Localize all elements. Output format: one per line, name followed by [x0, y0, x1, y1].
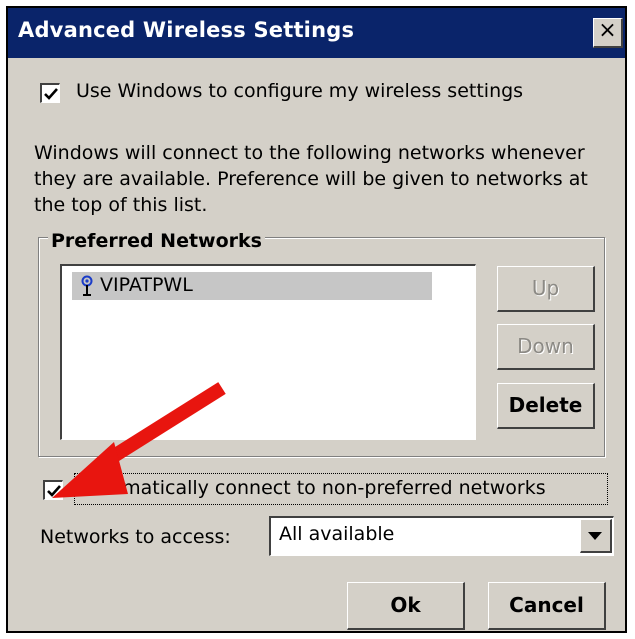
use-windows-checkbox[interactable]	[40, 83, 60, 103]
preferred-networks-label: Preferred Networks	[48, 230, 265, 252]
close-button[interactable]: ×	[593, 18, 623, 48]
up-button[interactable]: Up	[497, 266, 595, 312]
networks-to-access-label: Networks to access:	[40, 526, 231, 548]
checkmark-icon	[44, 88, 58, 100]
use-windows-checkbox-label[interactable]: Use Windows to configure my wireless set…	[76, 80, 523, 102]
ok-button[interactable]: Ok	[347, 582, 465, 630]
dialog-title: Advanced Wireless Settings	[18, 18, 355, 42]
dropdown-button[interactable]	[580, 519, 612, 553]
cancel-button[interactable]: Cancel	[488, 582, 606, 630]
description-text: Windows will connect to the following ne…	[34, 142, 588, 216]
preferred-networks-list[interactable]: VIPATPWL	[60, 264, 476, 440]
networks-to-access-value: All available	[279, 523, 395, 545]
title-bar[interactable]: Advanced Wireless Settings ×	[8, 8, 625, 58]
chevron-down-icon	[588, 532, 602, 540]
down-button[interactable]: Down	[497, 324, 595, 370]
checkmark-icon	[47, 485, 61, 497]
close-icon: ×	[598, 18, 617, 43]
list-item[interactable]: VIPATPWL	[72, 272, 432, 300]
auto-connect-checkbox-label[interactable]: Automatically connect to non-preferred n…	[78, 477, 546, 499]
delete-button[interactable]: Delete	[497, 383, 595, 429]
network-name: VIPATPWL	[100, 274, 193, 296]
networks-to-access-dropdown[interactable]: All available	[269, 516, 614, 556]
auto-connect-checkbox[interactable]	[43, 480, 63, 500]
wireless-antenna-icon	[81, 275, 93, 296]
